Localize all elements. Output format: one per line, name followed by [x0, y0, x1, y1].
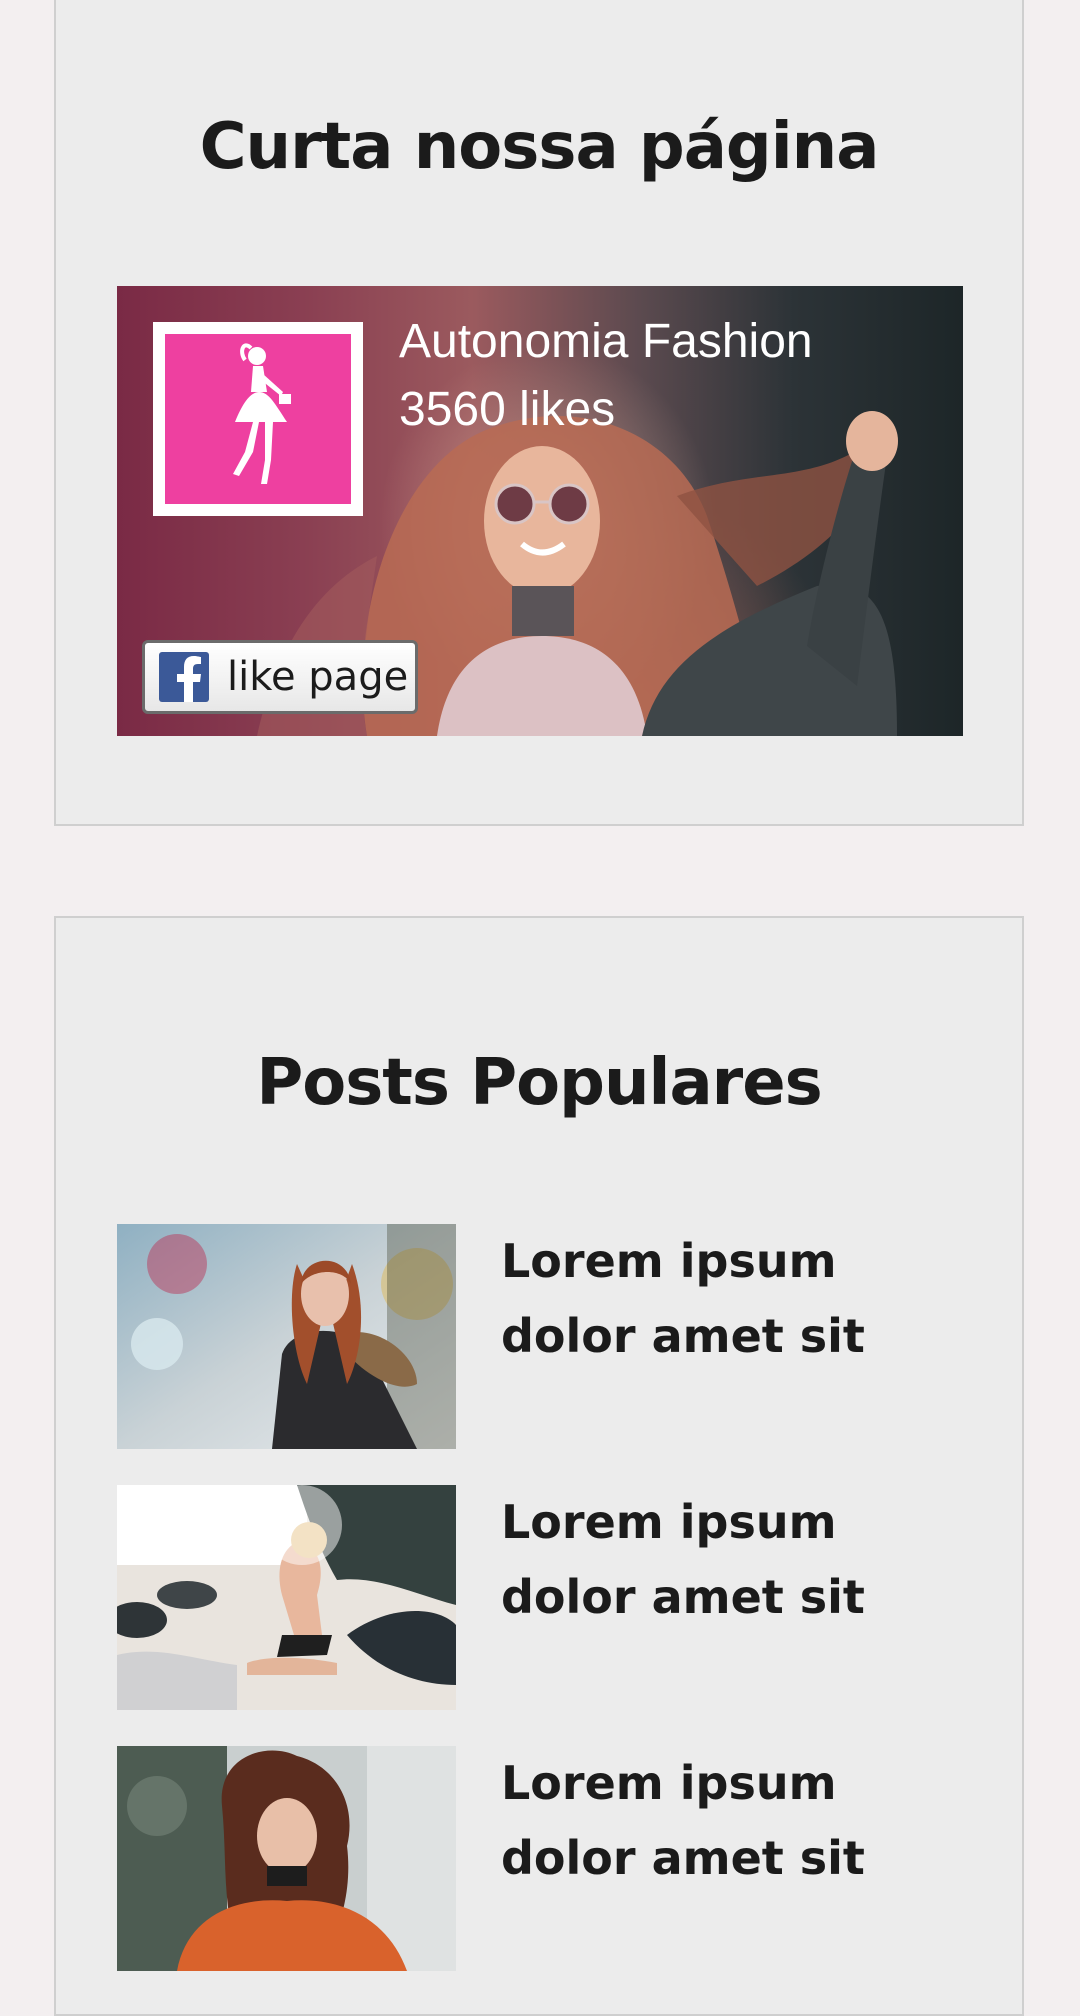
popular-post-item[interactable]: Lorem ipsum dolor amet sit	[117, 1746, 963, 1971]
facebook-icon	[159, 652, 209, 702]
popular-posts-widget: Posts Populares Lorem ipsum dolor amet s…	[54, 916, 1024, 2016]
like-page-label: like page	[227, 654, 409, 700]
popular-posts-title: Posts Populares	[256, 1046, 822, 1120]
page-likes-count: 3560 likes	[399, 383, 616, 436]
fashion-silhouette-icon	[233, 343, 291, 484]
post-thumbnail[interactable]	[117, 1746, 456, 1971]
facebook-widget-title: Curta nossa página	[199, 110, 880, 184]
page-logo[interactable]	[153, 322, 363, 516]
page-name[interactable]: Autonomia Fashion	[399, 314, 813, 369]
popular-post-item[interactable]: Lorem ipsum dolor amet sit	[117, 1224, 963, 1449]
facebook-page-card[interactable]: Autonomia Fashion 3560 likes like page	[117, 286, 963, 736]
facebook-widget: Curta nossa página Autonomia Fashion 356…	[54, 0, 1024, 826]
post-title[interactable]: Lorem ipsum dolor amet sit	[501, 1746, 921, 1896]
popular-post-item[interactable]: Lorem ipsum dolor amet sit	[117, 1485, 963, 1710]
post-thumbnail[interactable]	[117, 1485, 456, 1710]
post-title[interactable]: Lorem ipsum dolor amet sit	[501, 1485, 921, 1635]
like-page-button[interactable]: like page	[142, 640, 418, 714]
post-title[interactable]: Lorem ipsum dolor amet sit	[501, 1224, 921, 1374]
post-thumbnail[interactable]	[117, 1224, 456, 1449]
